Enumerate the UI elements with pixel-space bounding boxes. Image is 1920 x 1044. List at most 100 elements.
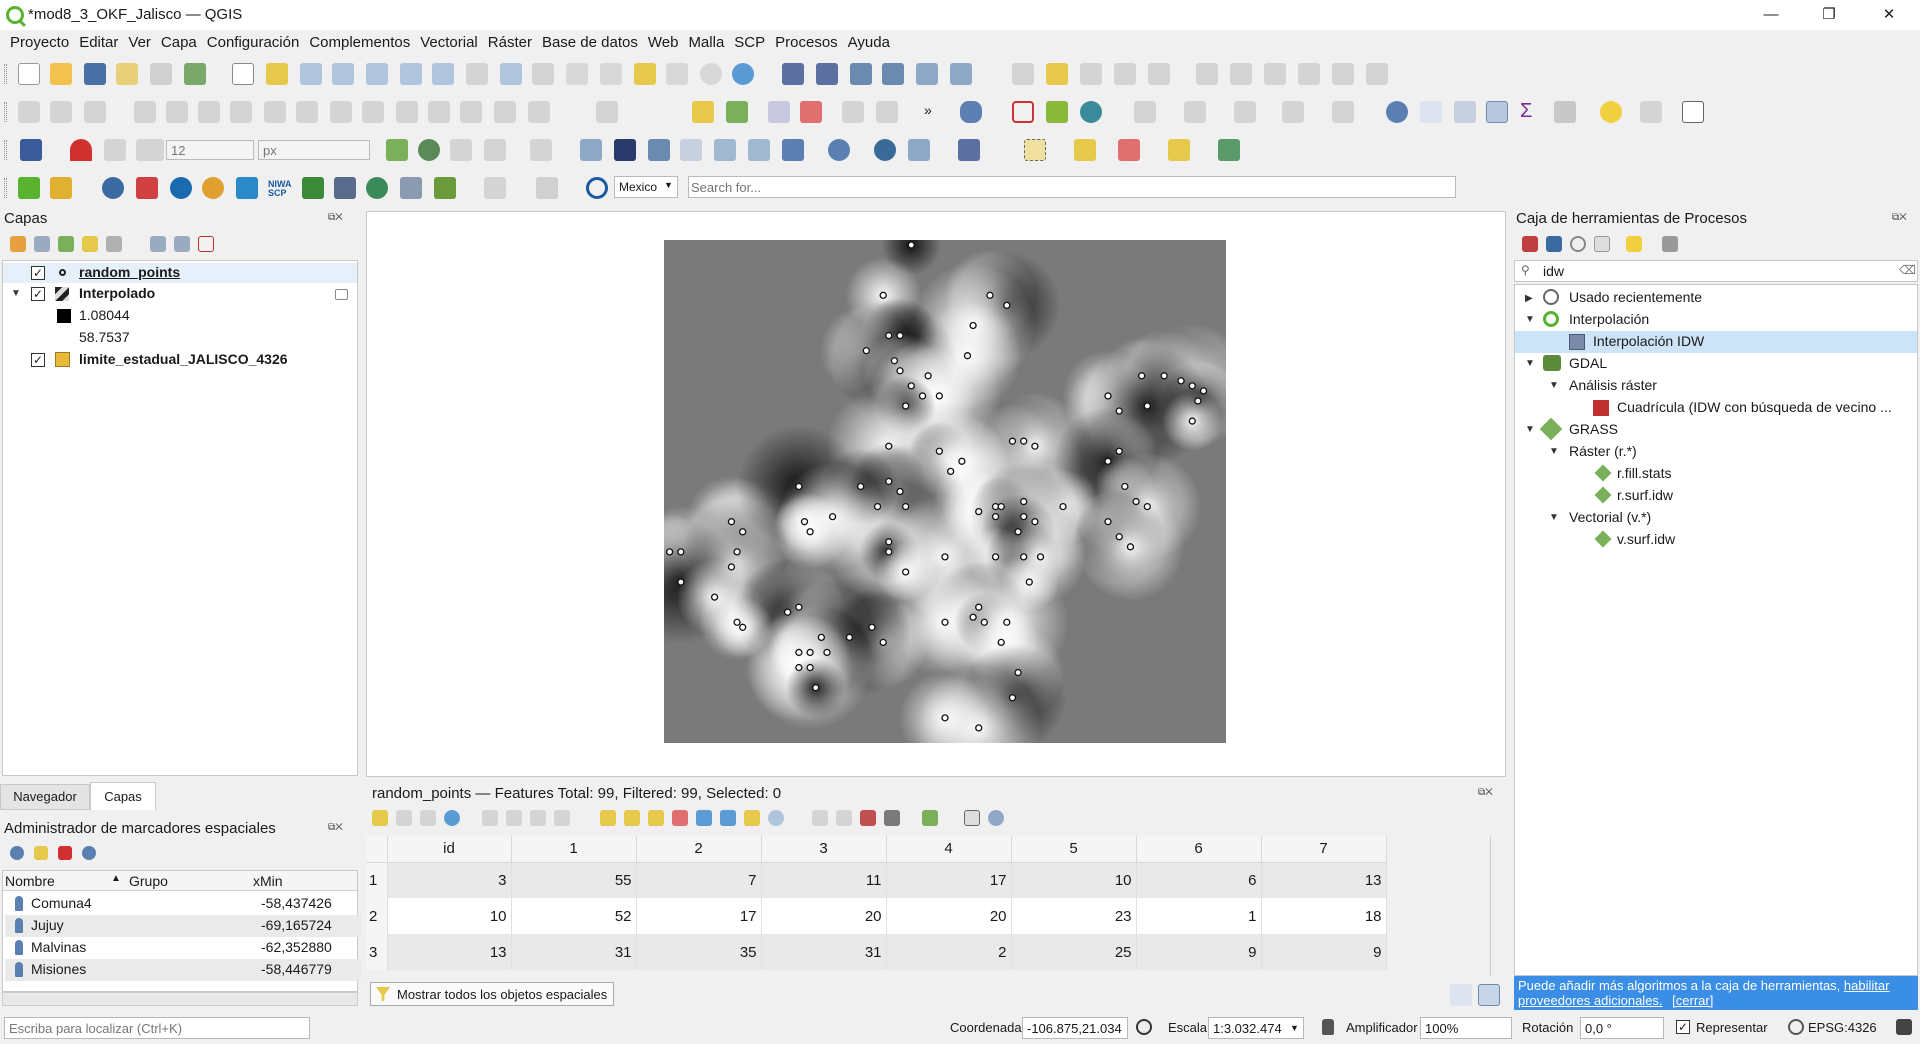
bookmark-row[interactable]: Jujuy -69,165724 (5, 915, 361, 937)
shape-tool-icon[interactable] (1134, 101, 1156, 123)
merge-features-icon[interactable] (166, 101, 188, 123)
menu-proyecto[interactable]: Proyecto (0, 31, 74, 51)
vertex-editor-icon[interactable] (580, 139, 602, 161)
column-header[interactable]: 7 (1261, 836, 1387, 863)
tree-item-interpolacion-idw[interactable]: Interpolación IDW (1593, 333, 1704, 349)
tree-item-r-surf-idw[interactable]: r.surf.idw (1617, 487, 1673, 503)
self-snapping-icon[interactable] (530, 139, 552, 161)
search-tool-icon[interactable] (1640, 101, 1662, 123)
identify-icon[interactable] (1386, 101, 1408, 123)
coordinate-value[interactable]: -106.875,21.034 (1022, 1017, 1128, 1039)
pin-labels-icon[interactable] (726, 101, 748, 123)
bookmark-row[interactable]: Misiones -58,446779 (5, 959, 361, 981)
tracing-icon[interactable] (450, 139, 472, 161)
form-view-icon[interactable] (1450, 984, 1472, 1006)
copy-icon[interactable] (554, 810, 570, 826)
plugin-circle-icon[interactable] (170, 177, 192, 199)
style-layers-icon[interactable] (10, 236, 26, 252)
table-cell[interactable]: 25 (1011, 934, 1137, 970)
add-vector-layer-icon[interactable] (850, 63, 872, 85)
tree-item-vectorial-v[interactable]: Vectorial (v.*) (1569, 509, 1651, 525)
col-nombre[interactable]: Nombre (5, 873, 55, 889)
open-attribute-table-icon[interactable] (1420, 101, 1442, 123)
table-cell[interactable]: 6 (1136, 862, 1262, 898)
lock-icon[interactable] (1322, 1019, 1334, 1035)
toolbar-grip[interactable] (4, 64, 7, 84)
digitize-icon[interactable] (882, 63, 904, 85)
add-rectangle-icon[interactable] (84, 101, 106, 123)
table-cell[interactable]: 17 (636, 898, 762, 934)
layer-checkbox-random-points[interactable]: ✓ (31, 266, 45, 280)
scp-tools-icon[interactable] (400, 177, 422, 199)
new-map-view-icon[interactable] (566, 63, 588, 85)
bookmark-row[interactable]: Comuna4 -58,437426 (5, 893, 361, 915)
close-notice-link[interactable]: [cerrar] (1672, 993, 1713, 1008)
search-input[interactable] (688, 176, 1456, 198)
zoom-to-layer-icon[interactable] (432, 63, 454, 85)
tree-item-analisis-raster[interactable]: Análisis ráster (1569, 377, 1657, 393)
add-circle-icon[interactable] (50, 101, 72, 123)
column-header[interactable]: 2 (636, 836, 762, 863)
undo-icon[interactable] (1332, 63, 1354, 85)
add-bookmark-icon[interactable] (34, 846, 48, 860)
reshape-icon[interactable] (428, 101, 450, 123)
processing-search-input[interactable]: idw (1543, 263, 1564, 279)
zoom-to-selection-icon[interactable] (400, 63, 422, 85)
scp-pointer-icon[interactable] (484, 177, 506, 199)
eraser-icon[interactable] (536, 177, 558, 199)
snap-type-icon[interactable] (136, 139, 164, 161)
move-feature-icon[interactable] (1148, 63, 1170, 85)
cut-features-icon[interactable] (1230, 63, 1252, 85)
magnet-icon[interactable] (70, 139, 92, 161)
menu-web[interactable]: Web (643, 31, 684, 51)
menu-ver[interactable]: Ver (123, 31, 156, 51)
band-set-icon[interactable] (302, 177, 324, 199)
select-all-icon[interactable] (624, 810, 640, 826)
actions-icon[interactable] (922, 810, 938, 826)
table-cell[interactable]: 52 (511, 898, 637, 934)
vertex-tool-icon[interactable] (950, 63, 972, 85)
triangle-icon[interactable] (1046, 101, 1068, 123)
select-feature-icon[interactable] (1024, 139, 1046, 161)
new-bookmark-icon[interactable] (634, 63, 656, 85)
collapse-arrow-icon[interactable]: ▼ (1549, 446, 1559, 457)
delete-bookmark-icon[interactable] (58, 846, 72, 860)
edit-pencil-icon[interactable] (1012, 63, 1034, 85)
enable-providers-link[interactable]: habilitar (1844, 978, 1890, 993)
topology-icon[interactable] (386, 139, 408, 161)
table-cell[interactable]: 18 (1261, 898, 1387, 934)
new-field-icon[interactable] (812, 810, 828, 826)
crs-label[interactable]: EPSG:4326 (1808, 1020, 1877, 1035)
digitize-shape-icon[interactable] (18, 101, 40, 123)
toolbar-overflow[interactable]: » (924, 102, 932, 118)
select-by-expression-icon[interactable] (1074, 139, 1096, 161)
add-polygon-icon[interactable] (134, 101, 156, 123)
remove-layer-icon[interactable] (198, 236, 214, 252)
python-icon[interactable] (102, 177, 124, 199)
change-label-icon[interactable] (876, 101, 898, 123)
table-cell[interactable]: 10 (387, 898, 512, 934)
locator-search-icon[interactable] (586, 177, 608, 199)
edit-features-in-place-icon[interactable] (1626, 236, 1642, 252)
new-print-layout-icon[interactable] (116, 63, 138, 85)
processing-toolbox-icon[interactable] (1486, 101, 1508, 123)
tab-capas[interactable]: Capas (90, 782, 156, 810)
style-manager-icon[interactable] (184, 63, 206, 85)
collapse-arrow-icon[interactable]: ▼ (11, 288, 21, 299)
database-icon[interactable] (960, 101, 982, 123)
menu-base-de-datos[interactable]: Base de datos (537, 31, 643, 51)
horizontal-scrollbar[interactable] (2, 992, 358, 1006)
wave-icon[interactable] (236, 177, 258, 199)
deselect-icon[interactable] (1118, 139, 1140, 161)
close-button[interactable]: ✕ (1866, 0, 1912, 30)
options-wrench-icon[interactable] (1662, 236, 1678, 252)
minimize-button[interactable]: — (1748, 0, 1794, 30)
toggle-editing-icon[interactable] (1046, 63, 1068, 85)
menu-procesos[interactable]: Procesos (770, 31, 843, 51)
delete-part-icon[interactable] (396, 101, 418, 123)
zoom-next-icon[interactable] (532, 63, 554, 85)
table-cell[interactable]: 23 (1011, 898, 1137, 934)
float-panel-icon[interactable]: ⧉✕ (1478, 787, 1493, 798)
reload-icon[interactable] (444, 810, 460, 826)
menu-ayuda[interactable]: Ayuda (843, 31, 895, 51)
